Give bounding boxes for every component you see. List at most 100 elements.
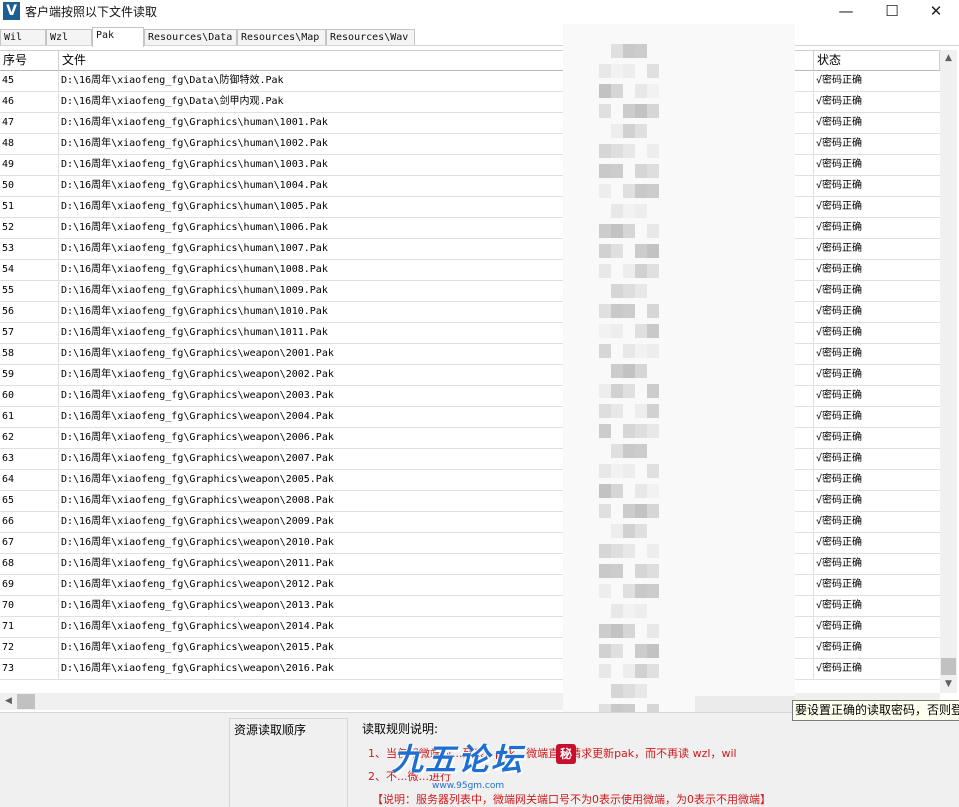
column-header-seq[interactable]: 序号 [0,51,59,71]
cell-seq: 60 [0,386,59,407]
cell-status: √密码正确 [816,537,863,548]
mosaic-pixel [611,204,623,218]
mosaic-pixel [599,304,611,318]
table-row[interactable]: 45 D:\16周年\xiaofeng_fg\Data\防御特效.Pak √密码正确 [0,71,940,92]
mosaic-pixel [611,364,623,378]
mosaic-pixel [599,184,611,198]
mosaic-pixel [611,604,623,618]
table-row[interactable]: 63 D:\16周年\xiaofeng_fg\Graphics\weapon\20… [0,449,940,470]
cell-status: √密码正确 [816,264,863,275]
mosaic-pixel [635,44,647,58]
mosaic-pixel [647,384,659,398]
mosaic-pixel [599,104,611,118]
table-row[interactable]: 49 D:\16周年\xiaofeng_fg\Graphics\human\100… [0,155,940,176]
cell-status: √密码正确 [816,579,863,590]
close-button[interactable]: ✕ [913,0,959,24]
cell-status: √密码正确 [816,75,863,86]
table-row[interactable]: 57 D:\16周年\xiaofeng_fg\Graphics\human\101… [0,323,940,344]
mosaic-pixel [623,104,635,118]
table-row[interactable]: 61 D:\16周年\xiaofeng_fg\Graphics\weapon\20… [0,407,940,428]
cell-seq: 67 [0,533,59,554]
minimize-button[interactable]: — [823,0,869,24]
table-row[interactable]: 53 D:\16周年\xiaofeng_fg\Graphics\human\100… [0,239,940,260]
mosaic-pixel [623,544,635,558]
cell-status: √密码正确 [816,453,863,464]
cell-status: √密码正确 [816,159,863,170]
window-title: 客户端按照以下文件读取 [25,5,158,19]
cell-seq: 52 [0,218,59,239]
tab-wil[interactable]: Wil [0,29,46,45]
table-row[interactable]: 48 D:\16周年\xiaofeng_fg\Graphics\human\100… [0,134,940,155]
tab-wzl[interactable]: Wzl [46,29,92,45]
cell-status: √密码正确 [816,306,863,317]
mosaic-pixel [647,304,659,318]
horizontal-scroll-thumb[interactable] [17,694,35,709]
tooltip: 要设置正确的读取密码，否则登 [792,700,959,721]
table-row[interactable]: 52 D:\16周年\xiaofeng_fg\Graphics\human\100… [0,218,940,239]
mosaic-pixel [623,264,635,278]
table-row[interactable]: 72 D:\16周年\xiaofeng_fg\Graphics\weapon\20… [0,638,940,659]
tab-resources-map[interactable]: Resources\Map [237,29,326,45]
table-row[interactable]: 73 D:\16周年\xiaofeng_fg\Graphics\weapon\20… [0,659,940,680]
mosaic-pixel [611,64,623,78]
cell-seq: 50 [0,176,59,197]
table-row[interactable]: 62 D:\16周年\xiaofeng_fg\Graphics\weapon\20… [0,428,940,449]
vertical-scroll-thumb[interactable] [941,658,956,675]
mosaic-pixel [599,544,611,558]
table-row[interactable]: 47 D:\16周年\xiaofeng_fg\Graphics\human\100… [0,113,940,134]
mosaic-pixel [647,504,659,518]
mosaic-pixel [611,84,623,98]
scroll-up-arrow-icon[interactable]: ▲ [940,50,957,67]
mosaic-pixel [611,244,623,258]
table-row[interactable]: 51 D:\16周年\xiaofeng_fg\Graphics\human\100… [0,197,940,218]
table-row[interactable]: 54 D:\16周年\xiaofeng_fg\Graphics\human\100… [0,260,940,281]
mosaic-pixel [623,364,635,378]
mosaic-pixel [635,584,647,598]
mosaic-pixel [635,484,647,498]
file-list-table[interactable]: 序号 文件 状态 45 D:\16周年\xiaofeng_fg\Data\防御特效… [0,50,940,686]
table-row[interactable]: 71 D:\16周年\xiaofeng_fg\Graphics\weapon\20… [0,617,940,638]
table-row[interactable]: 56 D:\16周年\xiaofeng_fg\Graphics\human\101… [0,302,940,323]
cell-status: √密码正确 [816,600,863,611]
mosaic-pixel [647,664,659,678]
mosaic-pixel [611,524,623,538]
cell-status: √密码正确 [816,222,863,233]
cell-status: √密码正确 [816,432,863,443]
table-row[interactable]: 68 D:\16周年\xiaofeng_fg\Graphics\weapon\20… [0,554,940,575]
table-row[interactable]: 70 D:\16周年\xiaofeng_fg\Graphics\weapon\20… [0,596,940,617]
table-row[interactable]: 46 D:\16周年\xiaofeng_fg\Data\剑甲内观.Pak √密码正确 [0,92,940,113]
tab-pak[interactable]: Pak [92,27,144,47]
scroll-down-arrow-icon[interactable]: ▼ [940,676,957,693]
cell-seq: 73 [0,659,59,680]
mosaic-pixel [611,44,623,58]
mosaic-pixel [635,344,647,358]
table-row[interactable]: 65 D:\16周年\xiaofeng_fg\Graphics\weapon\20… [0,491,940,512]
mosaic-pixel [611,464,623,478]
cell-seq: 64 [0,470,59,491]
scroll-left-arrow-icon[interactable]: ◀ [0,693,17,710]
table-row[interactable]: 60 D:\16周年\xiaofeng_fg\Graphics\weapon\20… [0,386,940,407]
mosaic-pixel [623,44,635,58]
table-row[interactable]: 59 D:\16周年\xiaofeng_fg\Graphics\weapon\20… [0,365,940,386]
mosaic-pixel [599,64,611,78]
table-row[interactable]: 66 D:\16周年\xiaofeng_fg\Graphics\weapon\20… [0,512,940,533]
table-row[interactable]: 67 D:\16周年\xiaofeng_fg\Graphics\weapon\20… [0,533,940,554]
vertical-scrollbar[interactable]: ▲ ▼ [940,50,957,693]
mosaic-pixel [611,644,623,658]
table-row[interactable]: 58 D:\16周年\xiaofeng_fg\Graphics\weapon\20… [0,344,940,365]
mosaic-pixel [647,584,659,598]
table-row[interactable]: 50 D:\16周年\xiaofeng_fg\Graphics\human\100… [0,176,940,197]
tab-resources-data[interactable]: Resources\Data [144,29,237,45]
resource-order-panel: 资源读取顺序 [229,718,348,807]
table-row[interactable]: 55 D:\16周年\xiaofeng_fg\Graphics\human\100… [0,281,940,302]
tab-resources-wav[interactable]: Resources\Wav [326,29,415,45]
mosaic-pixel [647,184,659,198]
mosaic-pixel [611,624,623,638]
column-header-status[interactable]: 状态 [814,51,940,71]
mosaic-pixel [635,444,647,458]
cell-seq: 51 [0,197,59,218]
table-row[interactable]: 69 D:\16周年\xiaofeng_fg\Graphics\weapon\20… [0,575,940,596]
maximize-button[interactable]: ☐ [869,0,915,24]
mosaic-pixel [599,464,611,478]
table-row[interactable]: 64 D:\16周年\xiaofeng_fg\Graphics\weapon\20… [0,470,940,491]
